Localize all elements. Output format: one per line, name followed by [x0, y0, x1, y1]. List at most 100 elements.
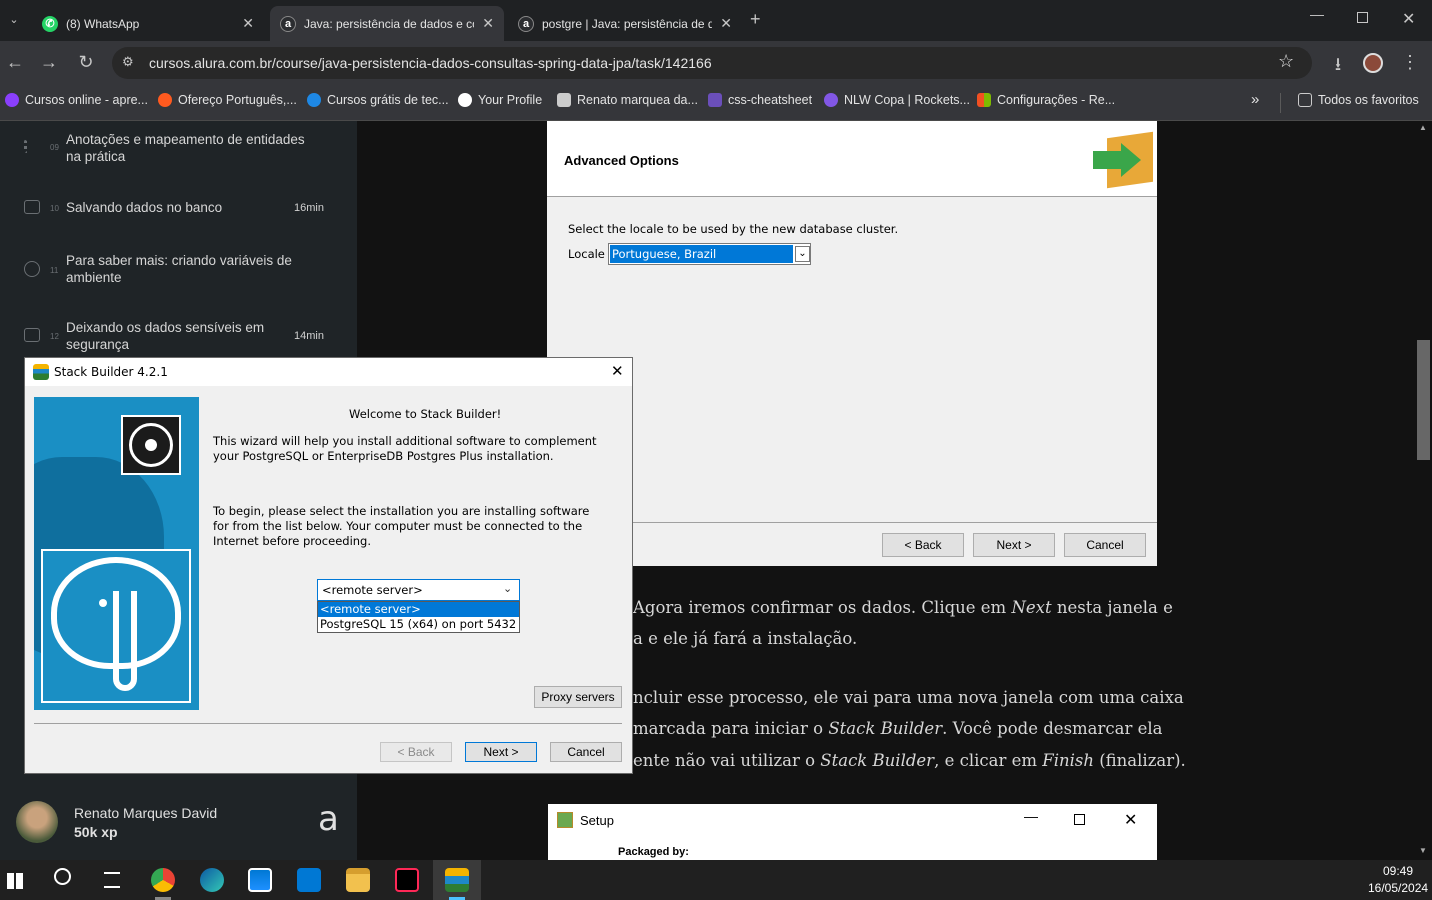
locale-value: Portuguese, Brazil [610, 245, 793, 263]
sb-back-button[interactable]: < Back [380, 742, 452, 762]
bookmarks-bar: Cursos online - apre... Ofereço Portuguê… [0, 85, 1432, 121]
windows-taskbar: 09:49 16/05/2024 [0, 860, 1432, 900]
close-tab-icon[interactable]: ✕ [242, 15, 254, 32]
lesson-item[interactable]: 10 Salvando dados no banco 16min [0, 199, 357, 219]
stack-builder-icon[interactable] [445, 868, 469, 892]
installer-cancel-button[interactable]: Cancel [1064, 533, 1146, 557]
bookmark-item[interactable]: NLW Copa | Rockets... [824, 93, 970, 107]
disk-icon [121, 415, 181, 475]
video-icon [24, 328, 40, 342]
locale-label: Locale [568, 247, 605, 261]
bookmark-item[interactable]: Ofereço Português,... [158, 93, 297, 107]
clock-time[interactable]: 09:49 [1383, 864, 1413, 878]
locale-select[interactable]: Portuguese, Brazil ⌄ [608, 243, 811, 265]
proxy-servers-button[interactable]: Proxy servers [534, 686, 622, 708]
avatar[interactable] [16, 801, 58, 843]
divider [1280, 93, 1281, 113]
sb-next-button[interactable]: Next > [465, 742, 537, 762]
postgres-banner [34, 397, 199, 710]
locale-prompt: Select the locale to be used by the new … [568, 222, 899, 236]
welcome-heading: Welcome to Stack Builder! [349, 407, 502, 421]
lesson-item[interactable]: 12 Deixando os dados sensíveis em segura… [0, 319, 357, 359]
close-icon[interactable]: ✕ [611, 362, 624, 380]
chevron-down-icon: ⌄ [503, 583, 513, 595]
minimize-window-icon[interactable]: — [1310, 6, 1324, 22]
article-paragraph: ncluir esse processo, ele vai para uma n… [633, 688, 1184, 707]
site-info-icon[interactable]: ⚙ [122, 54, 134, 70]
chrome-icon[interactable] [151, 868, 175, 892]
windows-logo-icon [977, 93, 991, 107]
tab-java-persistencia[interactable]: a Java: persistência de dados e co ✕ [270, 6, 504, 41]
bookmark-favicon-icon [557, 93, 571, 107]
address-bar[interactable]: ⚙ cursos.alura.com.br/course/java-persis… [112, 47, 1312, 79]
setup-app-icon [557, 812, 573, 828]
scroll-down-icon[interactable]: ▼ [1419, 846, 1427, 855]
start-button-icon[interactable] [7, 873, 23, 889]
mail-icon[interactable] [297, 868, 321, 892]
setup-title: Setup [580, 813, 614, 828]
selected-installation: <remote server> [322, 583, 423, 597]
scrollbar-thumb[interactable] [1417, 340, 1430, 460]
intellij-icon[interactable] [395, 868, 419, 892]
installer-back-button[interactable]: < Back [882, 533, 964, 557]
dropdown-option[interactable]: <remote server> [318, 602, 519, 617]
setup-screenshot: Setup — ✕ Packaged by: [548, 804, 1157, 860]
installation-dropdown-list: <remote server> PostgreSQL 15 (x64) on p… [317, 601, 520, 633]
download-icon[interactable]: ⭳ [1326, 52, 1350, 82]
sb-cancel-button[interactable]: Cancel [550, 742, 622, 762]
installer-next-button[interactable]: Next > [973, 533, 1055, 557]
plus-circle-icon [24, 261, 40, 277]
bookmark-item[interactable]: Configurações - Re... [977, 93, 1115, 107]
menu-kebab-icon[interactable]: ⋮ [1398, 52, 1422, 73]
installation-select[interactable]: <remote server> ⌄ [317, 579, 520, 601]
elephant-logo [41, 549, 191, 703]
folder-icon [1298, 93, 1312, 107]
lesson-item[interactable]: 09 Anotações e mapeamento de entidades n… [0, 131, 357, 171]
installer-header: Advanced Options [547, 121, 1157, 197]
close-tab-icon[interactable]: ✕ [482, 15, 494, 32]
bookmark-item[interactable]: Renato marquea da... [557, 93, 698, 107]
bookmark-star-icon[interactable]: ☆ [1278, 51, 1294, 72]
alura-logo: a [318, 799, 339, 839]
new-tab-button[interactable]: + [750, 9, 761, 30]
whatsapp-icon: ✆ [42, 15, 58, 32]
bookmark-item[interactable]: Cursos online - apre... [5, 93, 148, 107]
user-panel: Renato Marques David 50k xp a [0, 781, 357, 860]
video-icon [24, 200, 40, 214]
back-arrow-icon[interactable]: ← [3, 52, 27, 73]
lesson-item[interactable]: 11 Para saber mais: criando variáveis de… [0, 252, 357, 292]
task-view-icon[interactable] [104, 872, 120, 888]
tab-postgre[interactable]: a postgre | Java: persistência de d ✕ [508, 6, 742, 41]
bookmark-item[interactable]: css-cheatsheet [708, 93, 812, 107]
all-bookmarks-folder[interactable]: Todos os favoritos [1298, 93, 1419, 107]
dropdown-option[interactable]: PostgreSQL 15 (x64) on port 5432 [318, 617, 519, 632]
divider [633, 522, 1157, 523]
close-tab-icon[interactable]: ✕ [720, 15, 732, 32]
bookmark-favicon-icon [307, 93, 321, 107]
alura-icon: a [280, 15, 296, 32]
list-icon [24, 139, 40, 153]
dialog-title-bar[interactable]: Stack Builder 4.2.1 ✕ [25, 358, 632, 386]
search-icon[interactable] [54, 868, 71, 885]
bookmark-item[interactable]: Your Profile [458, 93, 542, 107]
browser-toolbar: ← → ↻ ⚙ cursos.alura.com.br/course/java-… [0, 41, 1432, 85]
browser-tab-bar: ⌄ ✆ (8) WhatsApp ✕ a Java: persistência … [0, 0, 1432, 41]
tab-search-button[interactable]: ⌄ [4, 10, 24, 30]
clock-date[interactable]: 16/05/2024 [1368, 881, 1428, 895]
bookmark-item[interactable]: Cursos grátis de tec... [307, 93, 449, 107]
store-icon[interactable] [248, 868, 272, 892]
profile-avatar[interactable] [1363, 53, 1383, 73]
tab-whatsapp[interactable]: ✆ (8) WhatsApp ✕ [32, 6, 264, 41]
reload-icon[interactable]: ↻ [74, 52, 98, 73]
forward-arrow-icon[interactable]: → [37, 52, 61, 73]
edge-icon[interactable] [200, 868, 224, 892]
file-explorer-icon[interactable] [346, 868, 370, 892]
stack-builder-app-icon [33, 364, 49, 380]
install-box-icon [1093, 131, 1155, 189]
more-bookmarks-icon[interactable]: » [1251, 91, 1259, 108]
scroll-up-icon[interactable]: ▲ [1419, 123, 1427, 132]
dialog-title: Stack Builder 4.2.1 [54, 365, 168, 379]
restore-window-icon[interactable] [1357, 12, 1368, 23]
page-scrollbar[interactable]: ▲ ▼ [1415, 121, 1432, 860]
close-window-icon[interactable]: ✕ [1402, 9, 1415, 29]
